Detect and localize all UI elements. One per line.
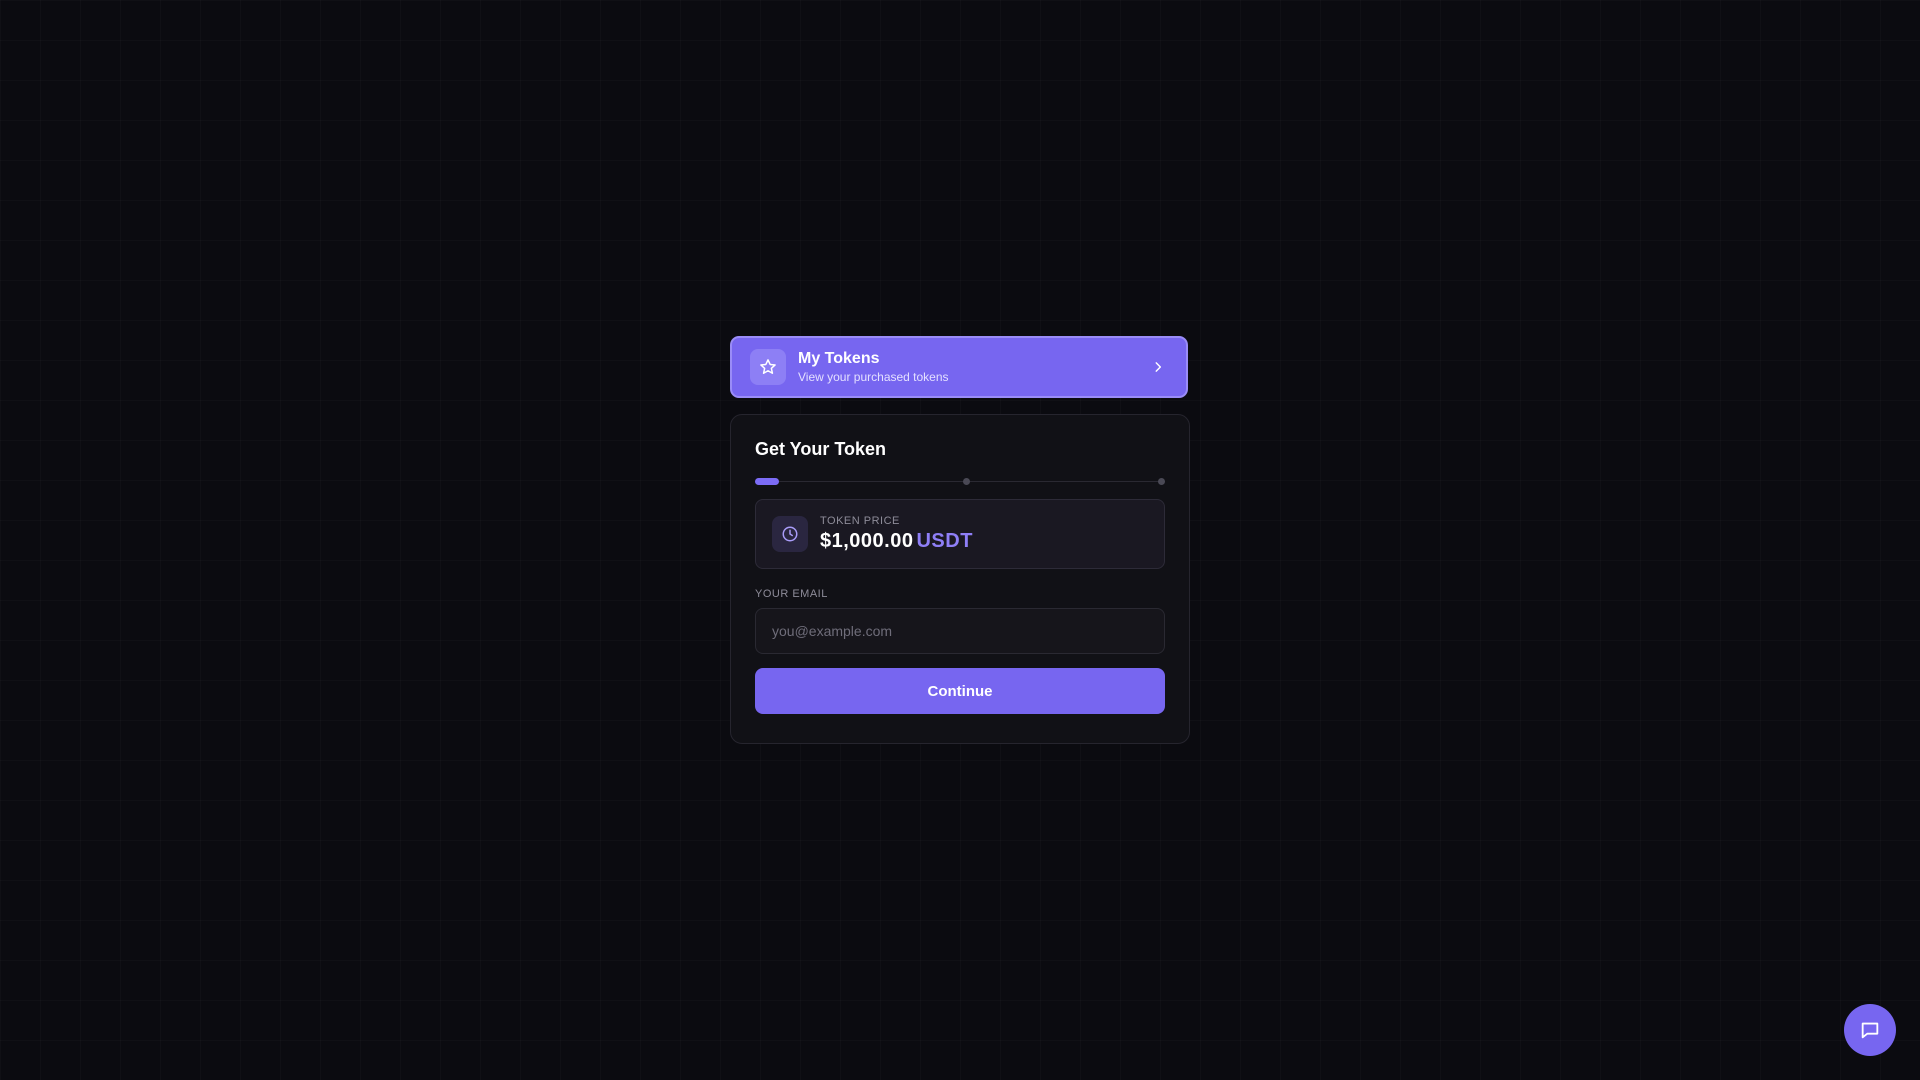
get-token-card: Get Your Token TOKEN PRICE $1,000.00 USDT… <box>730 414 1190 744</box>
token-price-box: TOKEN PRICE $1,000.00 USDT <box>755 499 1165 569</box>
token-price-amount: $1,000.00 <box>820 530 914 552</box>
chevron-right-icon <box>1150 359 1166 375</box>
token-price-value: $1,000.00 USDT <box>820 528 973 554</box>
stepper-track <box>755 481 1165 482</box>
token-price-label: TOKEN PRICE <box>820 515 900 527</box>
my-tokens-text: My Tokens View your purchased tokens <box>798 349 1150 385</box>
clock-icon-container <box>772 516 808 552</box>
my-tokens-title: My Tokens <box>798 350 880 367</box>
email-input[interactable] <box>755 608 1165 654</box>
price-text: TOKEN PRICE $1,000.00 USDT <box>820 514 973 554</box>
chat-button[interactable] <box>1844 1004 1896 1056</box>
card-title: Get Your Token <box>755 439 887 459</box>
stepper-step-3 <box>1158 478 1165 485</box>
continue-button[interactable]: Continue <box>755 668 1165 714</box>
my-tokens-banner[interactable]: My Tokens View your purchased tokens <box>730 336 1188 398</box>
star-icon-container <box>750 349 786 385</box>
token-price-currency: USDT <box>916 530 973 552</box>
star-icon <box>760 359 776 374</box>
email-label: YOUR EMAIL <box>755 588 828 600</box>
my-tokens-subtitle: View your purchased tokens <box>798 370 949 384</box>
progress-stepper <box>755 478 1165 486</box>
chat-bubble-icon <box>1861 1022 1879 1039</box>
stepper-step-1-active <box>755 478 779 485</box>
stepper-step-2 <box>963 478 970 485</box>
clock-icon <box>782 526 798 542</box>
